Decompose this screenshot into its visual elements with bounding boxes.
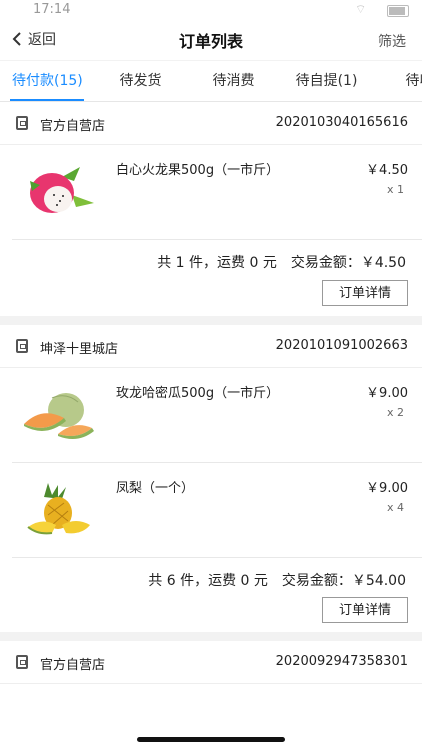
item-count-shipping: 共 6 件，运费 0 元: [148, 573, 268, 589]
tab-pending-pickup[interactable]: 待自提(1): [280, 61, 373, 101]
order-detail-button[interactable]: 订单详情: [322, 280, 408, 306]
order-item[interactable]: 白心火龙果500g（一市斤） ￥4.50 x 1: [12, 145, 422, 240]
store-name: 坤泽十里城店: [40, 342, 119, 357]
filter-button[interactable]: 筛选: [378, 31, 406, 51]
store-icon: [16, 116, 28, 130]
item-name: 凤梨（一个）: [116, 481, 195, 496]
item-count-shipping: 共 1 件，运费 0 元: [157, 255, 277, 271]
order-number: 2020103040165616: [275, 115, 408, 130]
store-name: 官方自营店: [40, 658, 106, 673]
transaction-amount: 交易金额：￥54.00: [281, 573, 406, 589]
item-quantity: x 1: [386, 183, 404, 196]
wifi-icon: ⌔: [355, 2, 367, 16]
order-card[interactable]: 坤泽十里城店 2020101091002663 玫龙哈密瓜500g（一市斤） ￥…: [0, 325, 422, 632]
order-header: 官方自营店 2020092947358301: [0, 641, 422, 684]
item-quantity: x 4: [386, 501, 404, 514]
status-bar: 17:14 ⌔: [0, 0, 422, 18]
item-name: 玫龙哈密瓜500g（一市斤）: [116, 386, 280, 401]
transaction-amount: 交易金额：￥4.50: [290, 255, 406, 271]
order-number: 2020092947358301: [275, 654, 408, 669]
order-summary: 共 6 件，运费 0 元交易金额：￥54.00: [0, 558, 422, 598]
item-price: ￥4.50: [366, 163, 408, 178]
order-card[interactable]: 官方自营店 2020103040165616 白心火龙果500g（一市斤） ￥4…: [0, 102, 422, 316]
pineapple-image: [27, 483, 90, 535]
order-number: 2020101091002663: [275, 338, 408, 353]
order-header: 官方自营店 2020103040165616: [0, 102, 422, 145]
tab-pending-shipment[interactable]: 待发货: [94, 61, 187, 101]
home-indicator: [137, 737, 285, 742]
dragon-fruit-image: [30, 167, 94, 213]
order-item[interactable]: 凤梨（一个） ￥9.00 x 4: [12, 463, 422, 558]
tab-pending-receipt[interactable]: 待收: [373, 61, 422, 101]
order-card[interactable]: 官方自营店 2020092947358301: [0, 641, 422, 750]
tab-pending-consumption[interactable]: 待消费: [187, 61, 280, 101]
store-icon: [16, 655, 28, 669]
battery-icon: [387, 5, 409, 17]
order-header: 坤泽十里城店 2020101091002663: [0, 325, 422, 368]
status-time: 17:14: [33, 2, 71, 17]
page-title: 订单列表: [178, 32, 243, 51]
order-tabs: 待付款(15) 待发货 待消费 待自提(1) 待收: [0, 61, 422, 102]
store-icon: [16, 339, 28, 353]
item-name: 白心火龙果500g（一市斤）: [116, 163, 280, 178]
item-price: ￥9.00: [366, 386, 408, 401]
summary-text: 共 1 件，运费 0 元交易金额：￥4.50: [157, 252, 406, 272]
order-summary: 共 1 件，运费 0 元交易金额：￥4.50: [0, 240, 422, 280]
tab-pending-payment[interactable]: 待付款(15): [0, 61, 94, 101]
summary-text: 共 6 件，运费 0 元交易金额：￥54.00: [148, 570, 406, 590]
item-price: ￥9.00: [366, 481, 408, 496]
order-detail-button[interactable]: 订单详情: [322, 597, 408, 623]
item-quantity: x 2: [386, 406, 404, 419]
store-name: 官方自营店: [40, 119, 106, 134]
hami-melon-image: [24, 393, 94, 440]
order-item[interactable]: 玫龙哈密瓜500g（一市斤） ￥9.00 x 2: [12, 368, 422, 463]
nav-bar: 返回 订单列表 筛选: [0, 18, 422, 60]
